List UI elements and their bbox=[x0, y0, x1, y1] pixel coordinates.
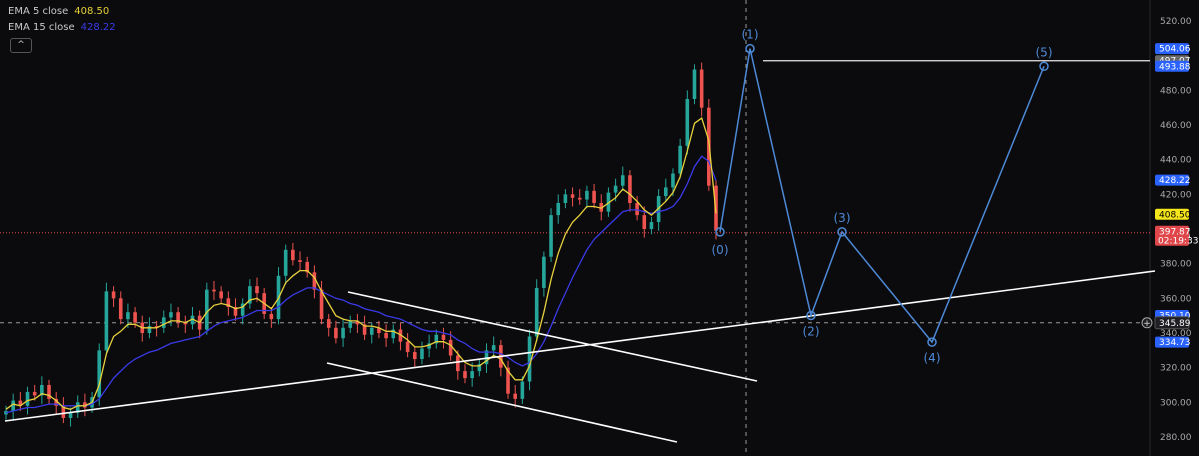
candle-body bbox=[169, 312, 173, 318]
candle-body bbox=[642, 215, 647, 229]
crosshair-price-label: 345.89 bbox=[1159, 319, 1191, 329]
candle-body bbox=[212, 289, 216, 292]
channel-lower-line[interactable] bbox=[326, 362, 678, 443]
candle-body bbox=[147, 326, 152, 333]
candle-body bbox=[513, 393, 517, 399]
last-price-countdown: 02:19:33 bbox=[1158, 237, 1198, 247]
candle-body bbox=[219, 291, 223, 299]
candle-body bbox=[126, 312, 130, 320]
wave-point-label: (4) bbox=[924, 351, 941, 365]
elliott-wave-layer[interactable]: (0) (1) (2) (3) (4) (5) bbox=[712, 28, 1053, 366]
candle-body bbox=[298, 260, 302, 262]
candle-body bbox=[549, 215, 553, 257]
price-badge: 334.73 bbox=[1159, 338, 1191, 348]
candle-body bbox=[577, 197, 582, 200]
support-trendline[interactable] bbox=[4, 270, 1156, 422]
candle-body bbox=[592, 190, 596, 203]
y-axis-tick-label: 460.00 bbox=[1160, 121, 1192, 131]
candle-body bbox=[441, 334, 446, 340]
candle-body bbox=[456, 355, 460, 372]
candle-body bbox=[25, 391, 30, 406]
candle-body bbox=[133, 312, 137, 323]
candle-body bbox=[97, 350, 102, 398]
wave-point-label: (5) bbox=[1036, 45, 1053, 59]
candle-body bbox=[111, 291, 116, 299]
y-axis-tick-label: 480.00 bbox=[1160, 86, 1192, 96]
candle-body bbox=[104, 291, 109, 351]
candle-body bbox=[448, 339, 453, 356]
candle-body bbox=[334, 327, 338, 339]
ema5-line bbox=[5, 117, 717, 410]
candle-body bbox=[326, 319, 331, 328]
candle-body bbox=[556, 203, 561, 216]
candle-body bbox=[118, 298, 123, 320]
price-badge: 428.22 bbox=[1159, 176, 1191, 186]
candle-body bbox=[685, 99, 690, 146]
candle-body bbox=[420, 348, 424, 359]
price-badge: 408.50 bbox=[1159, 210, 1191, 220]
candle-body bbox=[699, 69, 704, 108]
candle-body bbox=[348, 320, 353, 328]
wave-point-label: (1) bbox=[742, 28, 759, 42]
y-axis-tick-label: 360.00 bbox=[1160, 294, 1192, 304]
candle-body bbox=[369, 327, 374, 335]
candle-body bbox=[620, 175, 625, 186]
candle-body bbox=[692, 69, 697, 99]
price-badge: 504.06 bbox=[1159, 45, 1191, 55]
candle-body bbox=[542, 256, 546, 288]
candle-body bbox=[570, 194, 575, 198]
candle-body bbox=[341, 327, 345, 339]
candle-body bbox=[585, 190, 589, 200]
trendlines-layer bbox=[4, 60, 1156, 443]
candle-body bbox=[649, 222, 654, 229]
candle-body bbox=[663, 187, 668, 197]
candle-body bbox=[291, 249, 295, 261]
candle-body bbox=[671, 173, 675, 188]
candle-body bbox=[412, 352, 417, 359]
y-axis-tick-label: 420.00 bbox=[1160, 190, 1192, 200]
y-axis-tick-label: 300.00 bbox=[1160, 398, 1192, 408]
candle-body bbox=[520, 381, 525, 399]
candle-body bbox=[255, 286, 259, 294]
candle-body bbox=[405, 341, 410, 353]
candles-layer bbox=[4, 62, 718, 427]
candle-body bbox=[161, 317, 166, 328]
candle-body bbox=[628, 175, 632, 203]
candle-body bbox=[384, 333, 388, 339]
wave-point-label: (2) bbox=[803, 324, 820, 338]
candle-body bbox=[563, 194, 568, 203]
candle-body bbox=[205, 289, 209, 330]
price-chart[interactable]: (0) (1) (2) (3) (4) (5) 520.00 480.00 460.00 440… bbox=[0, 0, 1199, 456]
wave-point-label: (3) bbox=[834, 211, 851, 225]
candle-body bbox=[269, 313, 274, 320]
y-axis-tick-label: 440.00 bbox=[1160, 156, 1192, 166]
plus-icon: + bbox=[1143, 319, 1151, 329]
candle-body bbox=[635, 203, 639, 216]
y-axis-tick-label: 520.00 bbox=[1160, 17, 1192, 27]
elliott-wave-path[interactable] bbox=[719, 48, 1045, 344]
candle-body bbox=[470, 371, 474, 379]
y-axis-tick-label: 320.00 bbox=[1160, 364, 1192, 374]
candle-body bbox=[678, 145, 682, 174]
wave-point-label: (0) bbox=[712, 243, 729, 257]
price-badge: 493.88 bbox=[1159, 62, 1191, 72]
candle-body bbox=[534, 287, 539, 337]
candle-body bbox=[463, 371, 467, 379]
candle-body bbox=[613, 185, 618, 193]
y-axis-tick-label: 280.00 bbox=[1160, 433, 1192, 443]
candle-body bbox=[283, 249, 288, 276]
y-axis-tick-label: 380.00 bbox=[1160, 260, 1192, 270]
candle-body bbox=[32, 391, 37, 396]
candle-body bbox=[491, 345, 496, 351]
candle-body bbox=[68, 412, 73, 418]
